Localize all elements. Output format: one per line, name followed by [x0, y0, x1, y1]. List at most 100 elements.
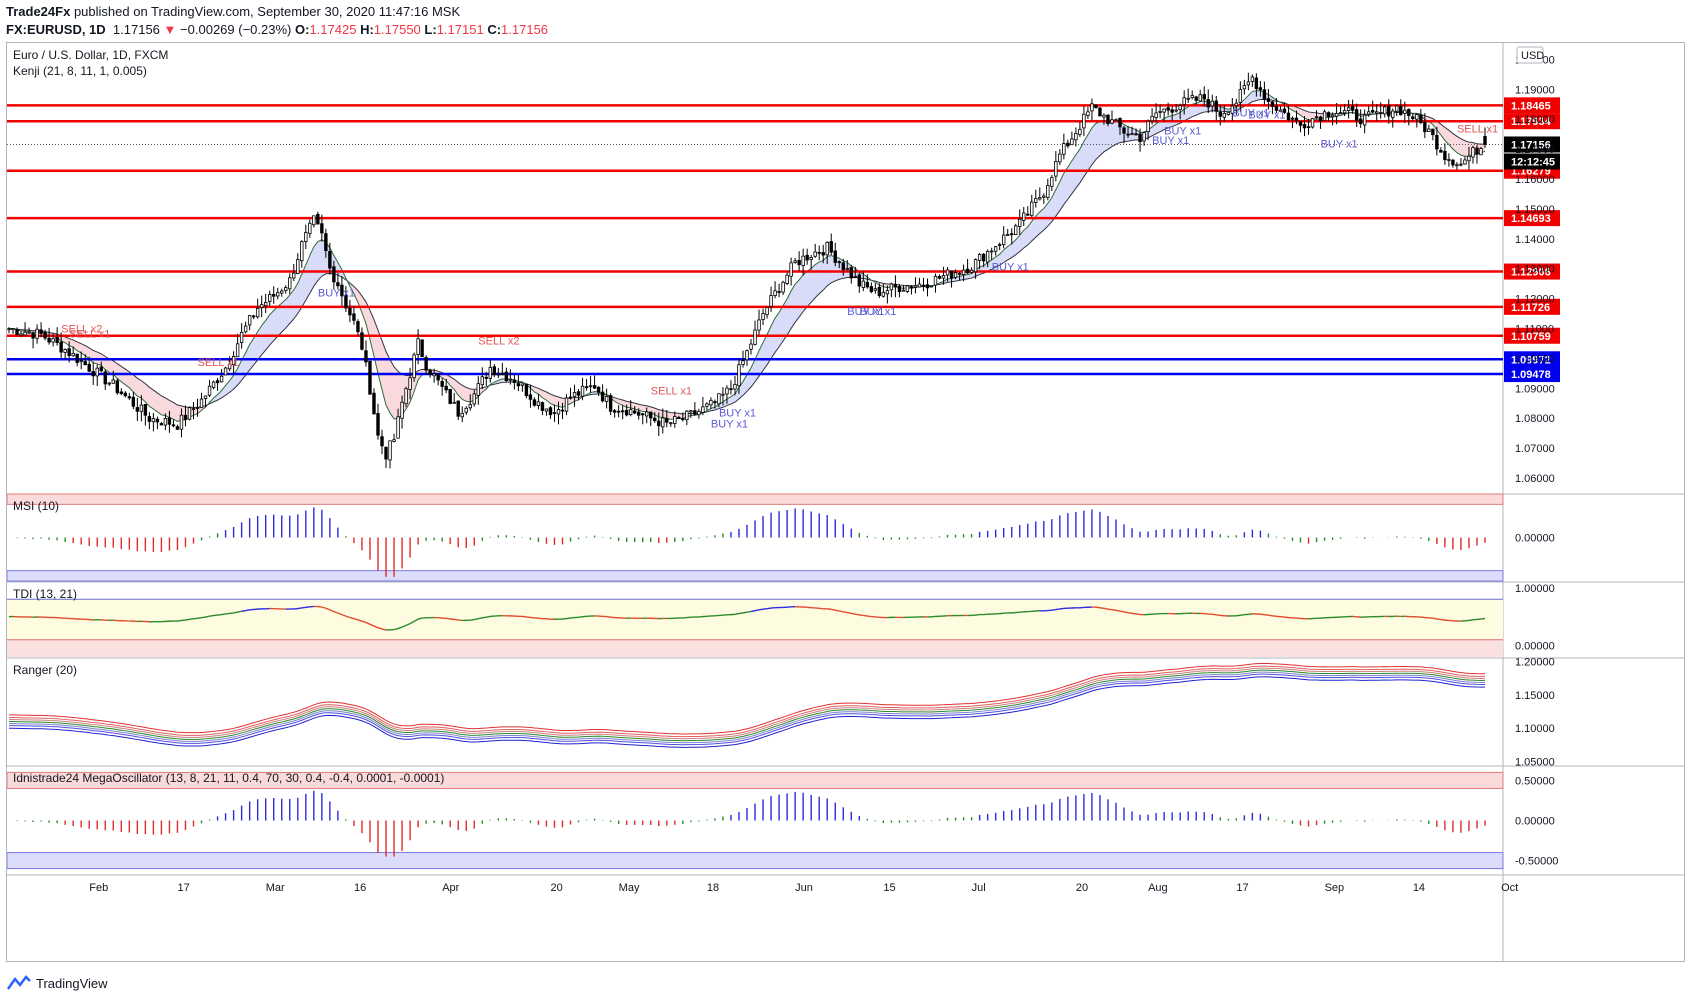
tradingview-brand[interactable]: TradingView — [36, 976, 108, 991]
candle — [484, 376, 488, 379]
candle — [1094, 104, 1098, 109]
candle — [47, 337, 51, 343]
candle — [1134, 133, 1138, 136]
candle — [1286, 112, 1291, 121]
candle — [1054, 161, 1058, 177]
tdi-line-segment — [1432, 617, 1437, 620]
candle — [472, 393, 476, 405]
price-tick-label: 1.06000 — [1515, 473, 1555, 485]
price-tick-label: 1.16000 — [1515, 174, 1555, 186]
candle — [43, 332, 47, 339]
candle — [247, 315, 252, 326]
candle — [1431, 128, 1435, 136]
price-tick-label: 1.12000 — [1515, 294, 1555, 306]
time-tick-label: 17 — [1236, 882, 1248, 894]
candle — [1314, 116, 1319, 119]
signal-label: SELL x1 — [1457, 124, 1498, 136]
price-tick-label: 1.11000 — [1515, 324, 1554, 336]
candle — [637, 411, 641, 416]
candle — [1218, 111, 1222, 117]
kenji-cloud-segment — [803, 271, 808, 312]
candle — [1166, 107, 1170, 111]
candle — [255, 307, 260, 318]
candle — [1242, 85, 1247, 90]
candle — [1270, 101, 1275, 107]
chart-svg[interactable]: 1.184651.179341.162791.146931.129061.117… — [7, 43, 1684, 961]
candle — [480, 376, 484, 386]
signal-label: SELL x1 — [651, 385, 692, 397]
tdi-line-segment — [185, 618, 190, 621]
candle — [151, 418, 156, 423]
kenji-cloud-segment — [1456, 136, 1461, 156]
signal-label: SELL x1 — [69, 328, 110, 340]
kenji-cloud-segment — [109, 358, 114, 375]
open-value: 1.17425 — [309, 22, 357, 37]
candle — [163, 418, 168, 426]
candle — [1447, 159, 1451, 161]
candle — [1250, 76, 1255, 82]
tdi-line-segment — [570, 616, 575, 619]
candle — [1475, 147, 1479, 155]
candle — [1186, 97, 1190, 100]
candle — [1058, 153, 1062, 163]
candle — [155, 418, 160, 423]
tdi-line-segment — [225, 612, 230, 615]
candle — [1471, 147, 1475, 158]
time-tick-label: 16 — [354, 882, 366, 894]
tdi-line-segment — [855, 613, 860, 616]
candle — [1074, 132, 1078, 141]
tdi-line-segment — [221, 613, 226, 616]
tdi-line-segment — [851, 612, 856, 615]
tdi-line-segment — [738, 612, 744, 615]
candle — [1082, 113, 1086, 129]
candle — [55, 337, 59, 344]
candle — [1403, 109, 1407, 114]
candle — [59, 341, 63, 353]
tdi-line-segment — [1119, 610, 1125, 613]
mega-tick-label: 0.00000 — [1515, 816, 1555, 828]
candle — [528, 394, 533, 400]
candle — [396, 416, 400, 439]
tdi-tick-label: 1.00000 — [1515, 583, 1555, 595]
candle — [79, 360, 83, 363]
candle — [83, 361, 87, 365]
kenji-cloud-segment — [1039, 208, 1044, 234]
price-tick-label: 1.10000 — [1515, 353, 1555, 365]
candle — [757, 319, 761, 331]
candle — [673, 415, 677, 424]
candle — [1190, 95, 1194, 98]
candle — [917, 283, 922, 288]
candle — [1206, 99, 1210, 108]
candle — [19, 333, 23, 336]
candle — [628, 409, 633, 416]
high-value: 1.17550 — [373, 22, 421, 37]
candle — [1214, 100, 1218, 112]
candle — [725, 387, 729, 395]
candle — [91, 371, 95, 377]
candle — [444, 385, 448, 391]
ranger-tick-label: 1.05000 — [1515, 757, 1555, 769]
kenji-cloud-segment — [269, 310, 274, 346]
publisher-name[interactable]: Trade24Fx — [6, 4, 70, 19]
kenji-cloud-segment — [277, 303, 282, 337]
candle — [1463, 159, 1467, 165]
candle — [909, 286, 914, 289]
candle — [1342, 110, 1347, 114]
candle — [368, 360, 372, 395]
candle — [179, 414, 184, 430]
candle — [1254, 77, 1259, 90]
chart-area[interactable]: 1.18465 1.17934 1.16279 1.14693 1.12906 1.117… — [6, 42, 1685, 962]
candle — [171, 424, 176, 427]
candle — [713, 401, 717, 404]
candle — [1391, 110, 1395, 118]
msi-upper-band — [7, 493, 1504, 505]
candle — [432, 373, 436, 377]
candle — [392, 439, 396, 442]
publish-info: Trade24Fx published on TradingView.com, … — [6, 4, 460, 19]
candle — [1266, 98, 1271, 102]
tdi-line-segment — [446, 617, 451, 620]
kenji-cloud-segment — [390, 359, 395, 419]
tdi-line-segment — [754, 609, 760, 612]
tdi-line-segment — [734, 612, 740, 616]
candle — [777, 291, 781, 293]
